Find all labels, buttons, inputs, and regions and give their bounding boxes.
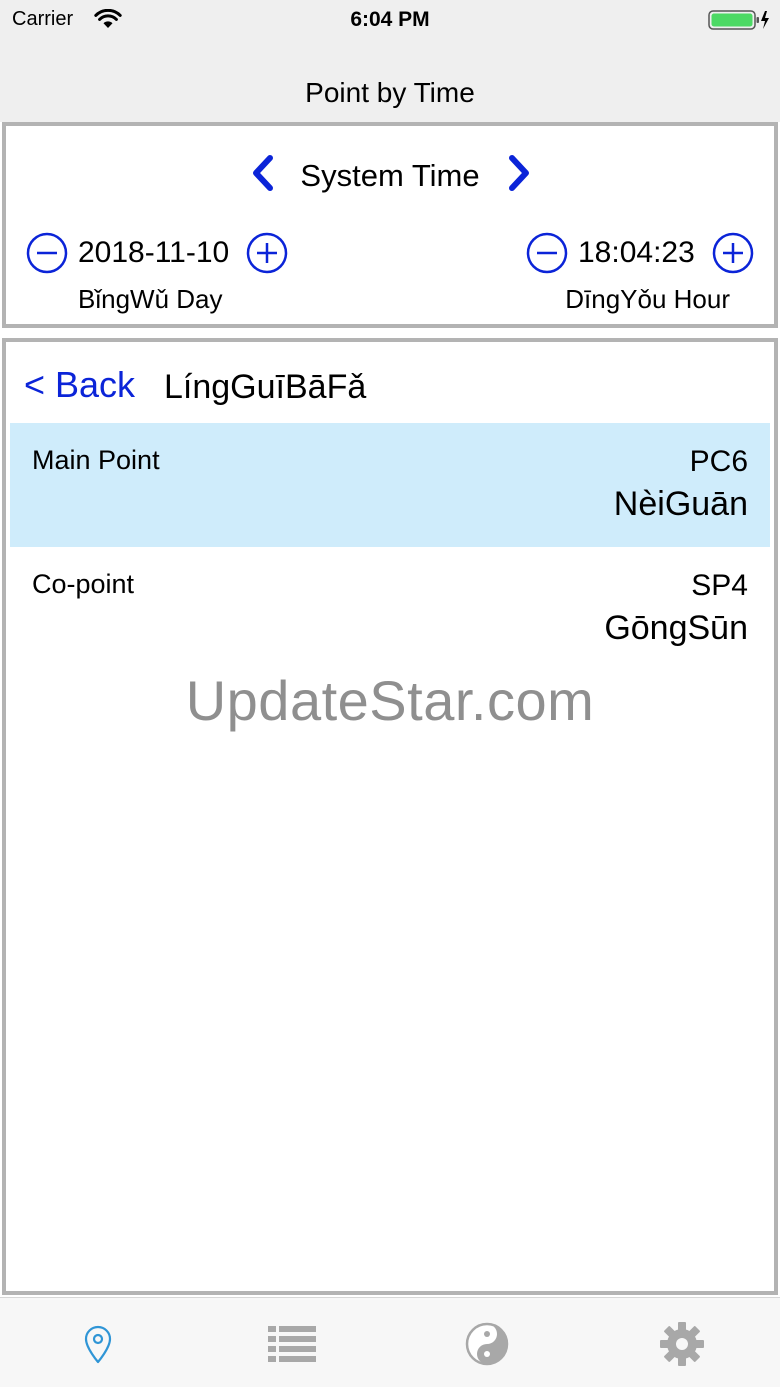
hour-label: DīngYǒu Hour xyxy=(565,284,730,314)
location-pin-icon[interactable] xyxy=(74,1320,122,1368)
time-source-header: System Time xyxy=(6,154,774,194)
gear-icon[interactable] xyxy=(658,1320,706,1368)
point-code: PC6 xyxy=(689,445,748,478)
tab-bar xyxy=(0,1297,780,1387)
status-bar: Carrier 6:04 PM xyxy=(0,0,780,40)
date-decrement-minus-icon[interactable] xyxy=(26,232,68,274)
point-name: GōngSūn xyxy=(604,609,748,647)
back-button[interactable]: < Back xyxy=(24,364,135,406)
battery-icon xyxy=(708,10,769,30)
main-point-row[interactable]: Main Point PC6 NèiGuān xyxy=(10,423,770,547)
method-title: LíngGuīBāFǎ xyxy=(164,368,367,406)
navigation-bar: Point by Time xyxy=(0,40,780,122)
content-panel: < Back LíngGuīBāFǎ Main Point PC6 NèiGuā… xyxy=(2,338,778,1295)
page-title: Point by Time xyxy=(305,77,475,108)
time-selector-panel: System Time 2018-11-10 18:04:23 BǐngWǔ D… xyxy=(2,122,778,328)
time-decrement-minus-icon[interactable] xyxy=(526,232,568,274)
list-icon[interactable] xyxy=(268,1320,316,1368)
clock: 6:04 PM xyxy=(350,8,430,31)
co-point-row[interactable]: Co-point SP4 GōngSūn xyxy=(10,547,770,671)
row-label: Main Point xyxy=(32,445,160,475)
date-increment-plus-icon[interactable] xyxy=(246,232,288,274)
point-name: NèiGuān xyxy=(613,485,748,523)
chevron-right-icon[interactable] xyxy=(506,154,532,192)
point-code: SP4 xyxy=(691,569,748,602)
time-increment-plus-icon[interactable] xyxy=(712,232,754,274)
time-value: 18:04:23 xyxy=(578,236,695,269)
watermark: UpdateStar.com xyxy=(185,669,595,732)
date-value: 2018-11-10 xyxy=(78,236,230,269)
row-label: Co-point xyxy=(32,569,135,599)
day-label: BǐngWǔ Day xyxy=(78,284,223,314)
yin-yang-icon[interactable] xyxy=(463,1320,511,1368)
time-source-title: System Time xyxy=(300,158,480,193)
